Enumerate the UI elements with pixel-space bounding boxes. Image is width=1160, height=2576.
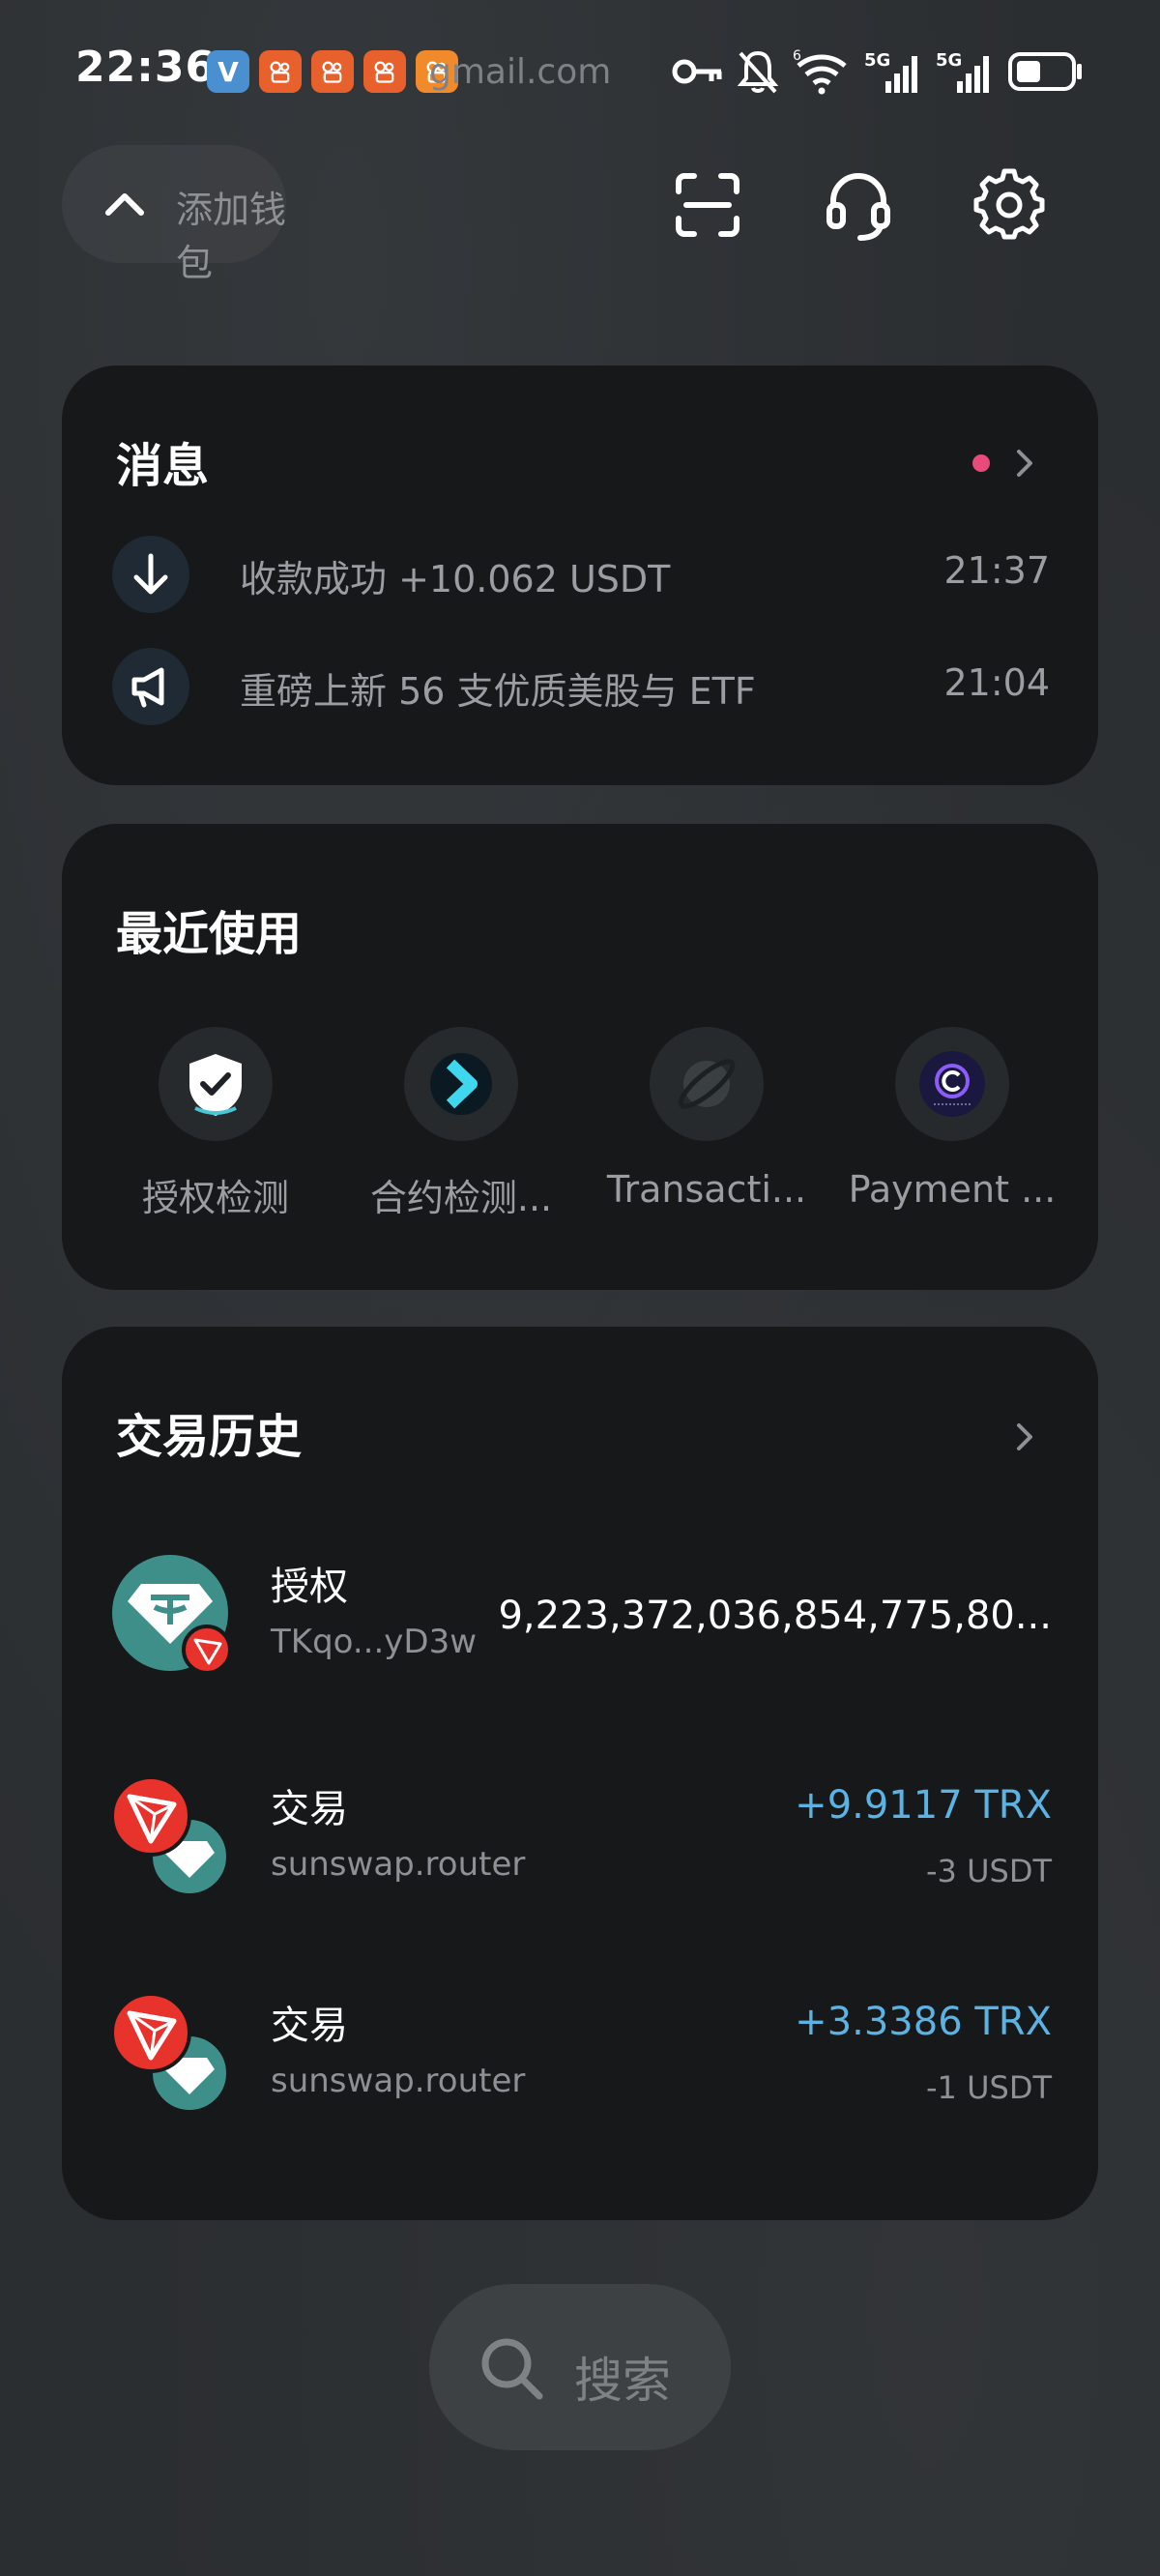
cellular-signal-icon: 5G	[936, 50, 989, 93]
trx-usdt-swap-icon	[112, 1994, 230, 2114]
gear-icon	[973, 168, 1045, 240]
search-label: 搜索	[574, 2353, 671, 2409]
recent-item-label: 合约检测...	[369, 1177, 553, 1219]
coin-c-icon	[895, 1027, 1009, 1141]
messages-card[interactable]: 消息 收款成功 +10.062 USDT 21:37 重磅上新 56 支优质美股…	[62, 366, 1098, 785]
header: 添加钱包	[0, 145, 1160, 284]
history-title: 交易历史	[116, 1410, 303, 1464]
tx-title: 交易	[271, 1787, 348, 1831]
kuaishou-app-icon	[363, 50, 406, 93]
chevron-up-icon	[105, 193, 144, 216]
tx-amount-received: +3.3386 TRX	[795, 2000, 1052, 2044]
recent-item-contract-check[interactable]: 合约检测...	[338, 1027, 584, 1221]
chevron-right-icon[interactable]	[1005, 1418, 1044, 1456]
recent-item-authorization-check[interactable]: 授权检测	[93, 1027, 338, 1221]
search-icon	[481, 2338, 543, 2400]
battery-icon	[1008, 52, 1082, 91]
tx-title: 交易	[271, 2004, 348, 2048]
customer-support-button[interactable]	[812, 159, 905, 251]
cellular-signal-icon: 5G	[864, 50, 917, 93]
scan-button[interactable]	[661, 159, 754, 251]
headset-icon	[826, 173, 890, 241]
recent-list: 授权检测 合约检测... Transacti... Payment ...	[93, 1027, 1075, 1220]
status-time: 22:36	[75, 43, 217, 92]
message-item[interactable]: 收款成功 +10.062 USDT 21:37	[112, 536, 1050, 613]
tx-address: TKqo...yD3w	[271, 1623, 478, 1661]
tx-amount-sent: -1 USDT	[926, 2069, 1052, 2106]
tx-router: sunswap.router	[271, 2062, 526, 2100]
settings-button[interactable]	[963, 159, 1056, 251]
planet-icon	[650, 1027, 764, 1141]
unread-badge	[972, 454, 990, 472]
shield-check-icon	[159, 1027, 273, 1141]
trx-usdt-swap-icon	[112, 1777, 230, 1897]
message-time: 21:04	[943, 661, 1050, 704]
megaphone-icon	[112, 648, 189, 725]
chevron-app-icon	[404, 1027, 518, 1141]
arrow-down-icon	[112, 536, 189, 613]
chevron-right-icon[interactable]	[1005, 444, 1044, 483]
recent-title: 最近使用	[116, 907, 303, 961]
tx-amount: 9,223,372,036,854,775,80...	[498, 1594, 1052, 1638]
recent-item-label: Transacti...	[606, 1168, 807, 1211]
status-icons: 6 5G 5G	[671, 43, 1085, 101]
message-item[interactable]: 重磅上新 56 支优质美股与 ETF 21:04	[112, 648, 1050, 725]
kuaishou-app-icon	[259, 50, 302, 93]
scan-icon	[676, 173, 740, 237]
message-time: 21:37	[943, 549, 1050, 592]
recent-item-payment[interactable]: Payment ...	[829, 1027, 1075, 1211]
email-fragment: gmail.com	[429, 52, 612, 92]
network-label: 5G	[864, 50, 890, 71]
recent-item-transaction[interactable]: Transacti...	[584, 1027, 829, 1211]
tx-amount-sent: -3 USDT	[926, 1853, 1052, 1889]
tx-router: sunswap.router	[271, 1845, 526, 1884]
key-icon	[672, 59, 722, 84]
vpn-app-icon: V	[207, 50, 249, 93]
recent-item-label: 授权检测	[141, 1177, 289, 1219]
usdt-token-icon	[112, 1555, 232, 1675]
wifi-icon: 6	[793, 48, 847, 95]
message-text: 收款成功 +10.062 USDT	[240, 558, 671, 600]
add-wallet-label: 添加钱包	[176, 189, 287, 284]
search-button[interactable]: 搜索	[429, 2284, 731, 2450]
recent-item-label: Payment ...	[848, 1168, 1057, 1211]
wifi-label: 6	[793, 48, 801, 64]
message-text: 重磅上新 56 支优质美股与 ETF	[240, 670, 756, 713]
recent-card: 最近使用 授权检测 合约检测... Transacti... Payment .…	[62, 824, 1098, 1290]
tx-amount-received: +9.9117 TRX	[795, 1783, 1052, 1828]
tx-row[interactable]: 交易 sunswap.router +9.9117 TRX -3 USDT	[112, 1777, 1052, 1913]
kuaishou-app-icon	[311, 50, 354, 93]
tx-row[interactable]: 交易 sunswap.router +3.3386 TRX -1 USDT	[112, 1994, 1052, 2129]
status-bar: 22:36 V gmail.com 6 5G 5G	[0, 0, 1160, 145]
tx-title: 授权	[271, 1565, 348, 1609]
add-wallet-button[interactable]: 添加钱包	[62, 145, 286, 284]
network-label: 5G	[936, 50, 962, 71]
mute-bell-icon	[737, 50, 779, 94]
tx-row[interactable]: 授权 TKqo...yD3w 9,223,372,036,854,775,80.…	[112, 1555, 1052, 1690]
history-card: 交易历史 授权 TKqo...yD3w 9,223,372,036,854,77…	[62, 1327, 1098, 2220]
messages-title: 消息	[116, 439, 210, 493]
